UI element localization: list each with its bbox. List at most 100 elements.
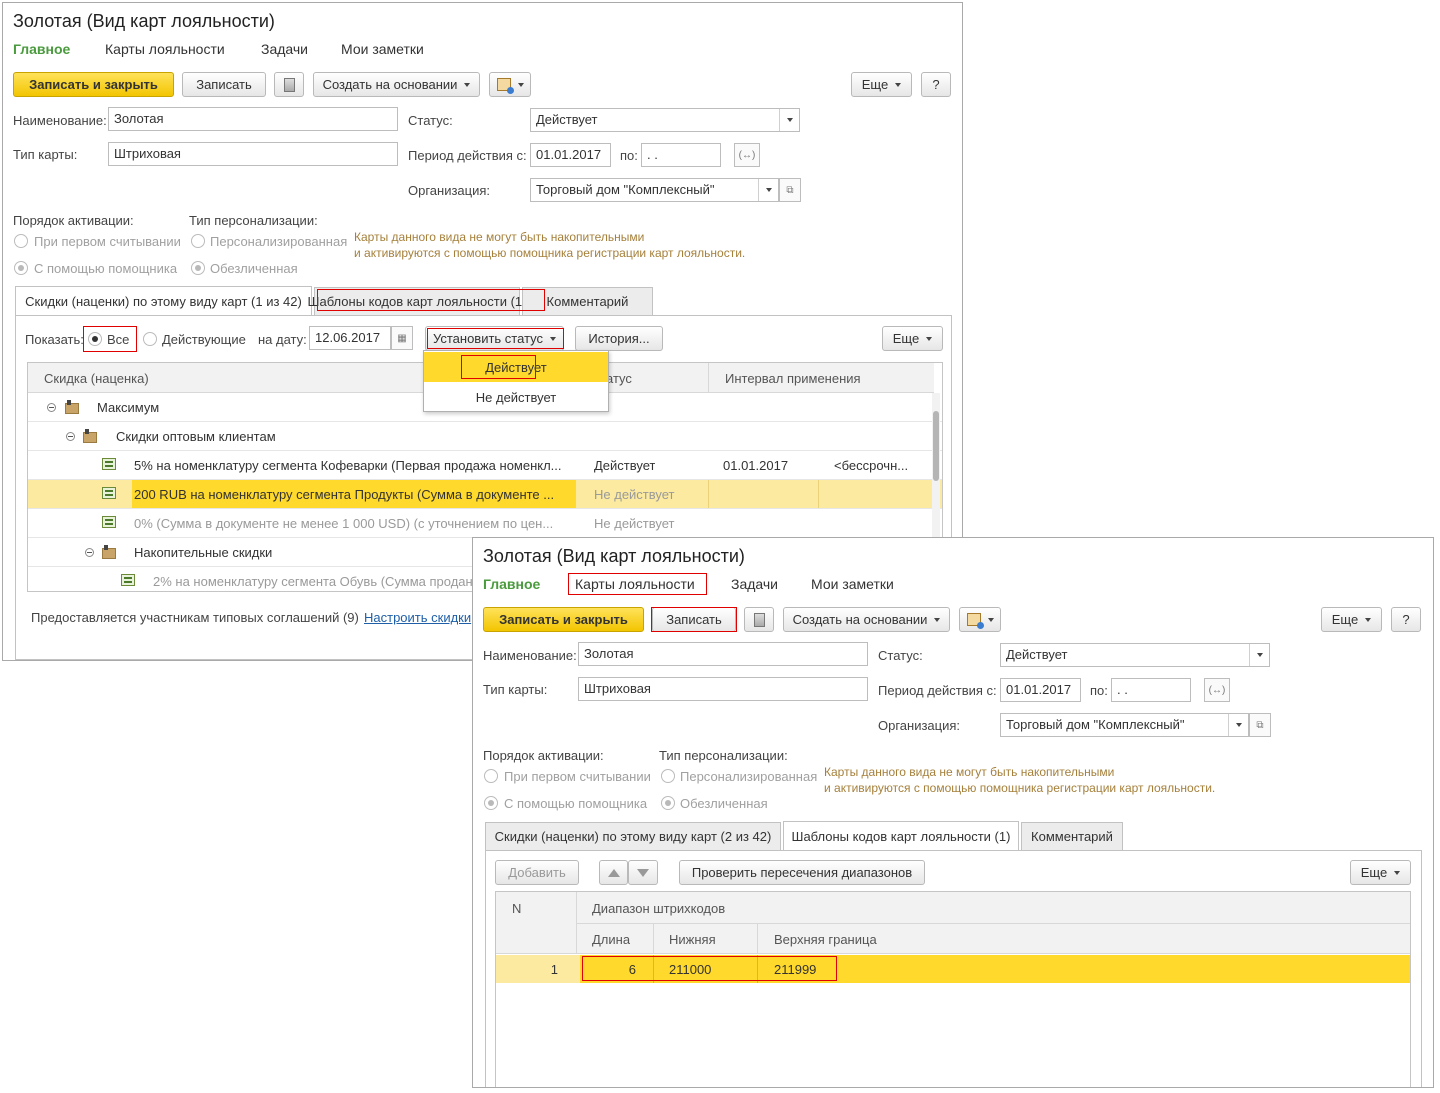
period-select-button[interactable]: (↔) [734, 143, 760, 167]
help-button[interactable]: ? [921, 72, 951, 97]
tab-discounts[interactable]: Скидки (наценки) по этому виду карт (2 и… [485, 822, 781, 850]
activation-wizard-radio[interactable] [14, 261, 28, 275]
add-button[interactable]: Добавить [495, 860, 579, 885]
tab-notes[interactable]: Мои заметки [341, 41, 424, 57]
tab-main[interactable]: Главное [483, 576, 540, 592]
tab-discounts[interactable]: Скидки (наценки) по этому виду карт (1 и… [15, 286, 312, 316]
row-name: Накопительные скидки [134, 545, 273, 560]
card-note-line1: Карты данного вида не могут быть накопит… [354, 230, 645, 244]
col-discount[interactable]: Скидка (наценка) [44, 371, 149, 386]
table-row[interactable]: 200 RUB на номенклатуру сегмента Продукт… [28, 480, 942, 509]
anonymous-radio[interactable] [191, 261, 205, 275]
col-n[interactable]: N [512, 901, 521, 916]
range-icon: (↔) [738, 149, 756, 161]
activation-first-read-radio[interactable] [484, 769, 498, 783]
activation-label: Порядок активации: [483, 748, 604, 763]
dropdown-toggle[interactable] [779, 109, 799, 131]
card-type-field[interactable]: Штриховая [108, 142, 398, 166]
tab-code-templates[interactable]: Шаблоны кодов карт лояльности (1) [783, 821, 1019, 851]
period-from-field[interactable]: 01.01.2017 [1000, 678, 1081, 702]
table-row[interactable]: 1 6 211000 211999 [496, 955, 1410, 983]
scroll-thumb[interactable] [933, 411, 939, 481]
document-list-button[interactable] [274, 72, 304, 97]
personalized-radio[interactable] [661, 769, 675, 783]
tab-loyalty-cards[interactable]: Карты лояльности [575, 576, 695, 592]
save-close-button[interactable]: Записать и закрыть [13, 72, 174, 97]
menu-item-active[interactable]: Действует [424, 352, 608, 382]
menu-item-inactive[interactable]: Не действует [424, 382, 608, 412]
more-button[interactable]: Еще [851, 72, 912, 97]
table-row[interactable]: 0% (Сумма в документе не менее 1 000 USD… [28, 509, 942, 538]
document-list-button[interactable] [744, 607, 774, 632]
move-down-button[interactable] [628, 860, 658, 885]
cell-lower[interactable]: 211000 [669, 962, 711, 977]
col-upper[interactable]: Верхняя граница [774, 932, 877, 947]
tab-code-templates[interactable]: Шаблоны кодов карт лояльности (1) [308, 287, 526, 315]
move-up-button[interactable] [599, 860, 628, 885]
org-select[interactable]: Торговый дом "Комплексный" [530, 178, 779, 202]
period-to-field[interactable]: . . [1111, 678, 1191, 702]
more-label: Еще [1360, 865, 1388, 880]
panel-more-button[interactable]: Еще [882, 326, 943, 351]
panel-more-button[interactable]: Еще [1350, 860, 1411, 885]
name-field[interactable]: Золотая [108, 107, 398, 131]
create-based-button[interactable]: Создать на основании [783, 607, 950, 632]
card-type-label: Тип карты: [13, 147, 78, 162]
print-button[interactable] [959, 607, 1001, 632]
activation-first-read-radio[interactable] [14, 234, 28, 248]
calendar-button[interactable]: ▦ [391, 326, 413, 350]
check-ranges-button[interactable]: Проверить пересечения диапазонов [679, 860, 925, 885]
tab-notes[interactable]: Мои заметки [811, 576, 894, 592]
status-select[interactable]: Действует [1000, 643, 1270, 667]
card-type-field[interactable]: Штриховая [578, 677, 868, 701]
collapse-icon[interactable] [66, 432, 75, 441]
open-org-button[interactable]: ⧉ [1249, 713, 1271, 737]
tab-comment[interactable]: Комментарий [522, 287, 653, 315]
period-select-button[interactable]: (↔) [1204, 678, 1230, 702]
dropdown-toggle[interactable] [758, 179, 778, 201]
col-interval[interactable]: Интервал применения [725, 371, 861, 386]
cell-upper[interactable]: 211999 [774, 962, 816, 977]
anonymous-radio[interactable] [661, 796, 675, 810]
show-active-radio[interactable] [143, 332, 157, 346]
cell-length[interactable]: 6 [582, 962, 636, 977]
print-button[interactable] [489, 72, 531, 97]
date-field[interactable]: 12.06.2017 [309, 326, 391, 350]
date-label: на дату: [258, 332, 307, 347]
name-field[interactable]: Золотая [578, 642, 868, 666]
help-button[interactable]: ? [1391, 607, 1421, 632]
org-select[interactable]: Торговый дом "Комплексный" [1000, 713, 1249, 737]
create-based-button[interactable]: Создать на основании [313, 72, 480, 97]
activation-wizard-radio[interactable] [484, 796, 498, 810]
collapse-icon[interactable] [85, 548, 94, 557]
period-to-field[interactable]: . . [641, 143, 721, 167]
status-value: Действует [1006, 647, 1068, 662]
tab-main[interactable]: Главное [13, 41, 70, 57]
col-status[interactable]: атус [606, 371, 632, 386]
col-lower[interactable]: Нижняя [669, 932, 716, 947]
table-row[interactable]: 5% на номенклатуру сегмента Кофеварки (П… [28, 451, 942, 480]
dropdown-toggle[interactable] [1249, 644, 1269, 666]
save-button[interactable]: Записать [182, 72, 266, 97]
set-status-button[interactable]: Установить статус [425, 326, 564, 351]
status-label: Статус: [878, 648, 923, 663]
status-select[interactable]: Действует [530, 108, 800, 132]
open-org-button[interactable]: ⧉ [779, 178, 801, 202]
tab-tasks[interactable]: Задачи [731, 576, 778, 592]
tab-comment[interactable]: Комментарий [1021, 822, 1123, 850]
dropdown-toggle[interactable] [1228, 714, 1248, 736]
more-button[interactable]: Еще [1321, 607, 1382, 632]
collapse-icon[interactable] [47, 403, 56, 412]
period-from-field[interactable]: 01.01.2017 [530, 143, 611, 167]
history-button[interactable]: История... [575, 326, 663, 351]
show-all-radio[interactable] [88, 332, 102, 346]
save-close-button[interactable]: Записать и закрыть [483, 607, 644, 632]
configure-discounts-link[interactable]: Настроить скидки [364, 610, 471, 625]
save-button[interactable]: Записать [652, 607, 736, 632]
table-row[interactable]: Скидки оптовым клиентам [28, 422, 942, 451]
row-name: Скидки оптовым клиентам [116, 429, 276, 444]
personalized-radio[interactable] [191, 234, 205, 248]
col-length[interactable]: Длина [592, 932, 630, 947]
tab-tasks[interactable]: Задачи [261, 41, 308, 57]
tab-loyalty-cards[interactable]: Карты лояльности [105, 41, 225, 57]
